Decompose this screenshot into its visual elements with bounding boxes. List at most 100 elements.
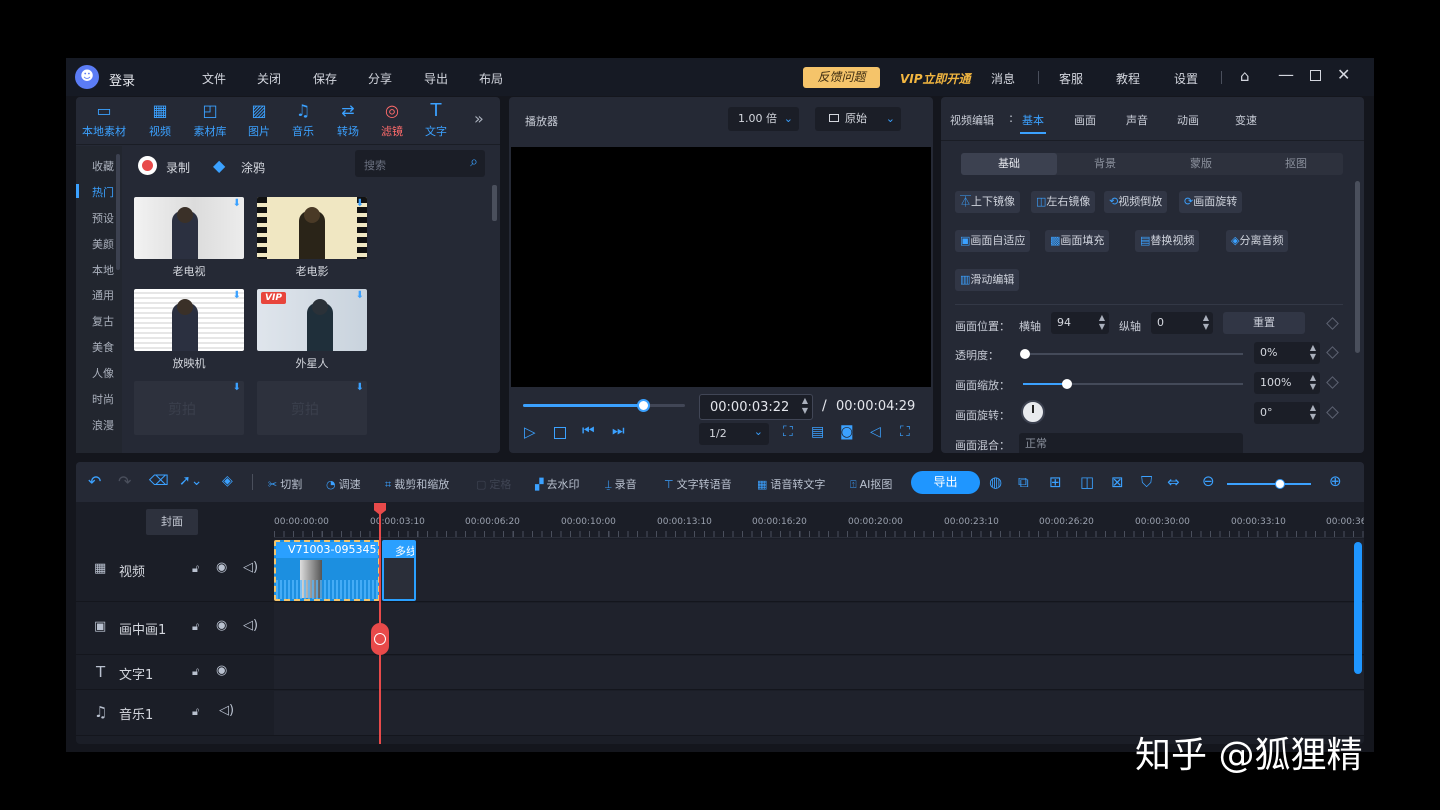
tool-transition[interactable]: ⇄ 转场 — [324, 101, 372, 139]
speaker-icon[interactable]: ◁) — [243, 618, 258, 633]
video-clip[interactable]: V71003-095345.r — [274, 540, 380, 601]
delete-icon[interactable]: ⌫ — [149, 473, 169, 489]
track-header-video[interactable]: ▦ 视频 🔓︎ ◉ ◁) — [76, 539, 274, 602]
menu-export[interactable]: 导出 — [424, 70, 448, 87]
keyframe-icon[interactable] — [1326, 346, 1339, 359]
fit-icon[interactable]: ⛶ — [783, 424, 793, 440]
tab-animation[interactable]: 动画 — [1177, 112, 1199, 128]
stepper-icon[interactable]: ▲ ▼ — [802, 396, 808, 416]
fullscreen-icon[interactable]: ⛶ — [900, 424, 910, 440]
replace-video-button[interactable]: ▤替换视频 — [1135, 230, 1200, 252]
fill-button[interactable]: ▩画面填充 — [1045, 230, 1110, 252]
filter-thumb-alien[interactable]: VIP ⬇ — [257, 289, 367, 351]
video-clip[interactable]: 多线 — [382, 540, 416, 601]
palette-icon[interactable]: ◍ — [989, 473, 1002, 491]
category-item[interactable]: 收藏 — [92, 158, 114, 174]
zoom-knob[interactable] — [1275, 479, 1285, 489]
rotation-input[interactable]: 0° ▲ ▼ — [1254, 402, 1320, 424]
menu-file[interactable]: 文件 — [202, 70, 226, 87]
subtab-basic[interactable]: 基础 — [961, 153, 1057, 175]
tab-picture[interactable]: 画面 — [1074, 112, 1096, 128]
category-item[interactable]: 复古 — [92, 313, 114, 329]
keyframe-icon[interactable] — [1326, 406, 1339, 419]
track-text[interactable] — [274, 656, 1364, 690]
tool-text[interactable]: T 文字 — [412, 101, 460, 139]
select-icon[interactable]: ➚⌄ — [179, 473, 202, 489]
search-icon[interactable]: ⌕ — [470, 154, 478, 170]
x-position-input[interactable]: 94 ▲ ▼ — [1051, 312, 1109, 334]
subtab-background[interactable]: 背景 — [1057, 153, 1153, 175]
filter-thumb-projector[interactable]: ⬇ — [134, 289, 244, 351]
tool-library[interactable]: ◰ 素材库 — [186, 101, 234, 139]
crop-frame-icon[interactable]: ⊠ — [1111, 473, 1124, 491]
prev-frame-icon[interactable]: ⏮ — [582, 423, 595, 439]
tool-music[interactable]: ♫ 音乐 — [279, 101, 327, 139]
tool-video[interactable]: ▦ 视频 — [136, 101, 184, 139]
menu-share[interactable]: 分享 — [368, 70, 392, 87]
category-item[interactable]: 美食 — [92, 339, 114, 355]
download-icon[interactable]: ⬇ — [233, 198, 241, 209]
current-time-field[interactable]: 00:00:03:22 ▲ ▼ — [699, 394, 813, 420]
menu-save[interactable]: 保存 — [313, 70, 337, 87]
ratio-select[interactable]: 原始 ⌄ — [815, 107, 901, 131]
track-header-music[interactable]: ♫ 音乐1 🔓︎ ◁) — [76, 691, 274, 736]
layout-grid-icon[interactable]: ⊞ — [1049, 473, 1062, 491]
track-video[interactable] — [274, 539, 1364, 602]
tab-basic[interactable]: 基本 — [1022, 112, 1044, 128]
ai-matting-button[interactable]: ⍐ AI抠图 — [850, 476, 892, 492]
scale-input[interactable]: 100% ▲ ▼ — [1254, 372, 1320, 394]
category-item[interactable]: 浪漫 — [92, 417, 114, 433]
flip-horizontal-button[interactable]: ◫左右镜像 — [1031, 191, 1096, 213]
filter-thumb-old-film[interactable]: ⬇ — [257, 197, 367, 259]
category-item[interactable]: 预设 — [92, 210, 114, 226]
menu-service[interactable]: 客服 — [1059, 70, 1083, 87]
opacity-slider[interactable] — [1020, 349, 1243, 359]
rotate-button[interactable]: ⟳画面旋转 — [1179, 191, 1243, 213]
timeline-scrollbar[interactable] — [1354, 542, 1362, 674]
rotation-dial[interactable] — [1021, 400, 1045, 424]
playhead-marker[interactable] — [371, 623, 389, 655]
filter-thumb-old-tv[interactable]: ⬇ — [134, 197, 244, 259]
eye-icon[interactable]: ◉ — [216, 618, 227, 633]
reset-button[interactable]: 重置 — [1223, 312, 1305, 334]
close-icon[interactable]: ✕ — [1337, 65, 1350, 84]
feedback-button[interactable]: 反馈问题 — [803, 67, 880, 88]
video-preview[interactable] — [511, 147, 931, 387]
volume-icon[interactable]: ◁ — [870, 424, 881, 440]
lock-icon[interactable]: 🔓︎ — [192, 665, 199, 679]
search-input[interactable]: 搜索 — [364, 157, 386, 173]
reverse-button[interactable]: ⟲视频倒放 — [1104, 191, 1168, 213]
download-icon[interactable]: ⬇ — [356, 198, 364, 209]
menu-close[interactable]: 关闭 — [257, 70, 281, 87]
avatar[interactable]: ☻ — [75, 65, 99, 89]
lock-icon[interactable]: 🔓︎ — [192, 705, 199, 719]
zoom-slider[interactable] — [1227, 479, 1311, 489]
category-item[interactable]: 本地 — [92, 262, 114, 278]
record-audio-button[interactable]: ⍊ 录音 — [605, 476, 637, 492]
category-item[interactable]: 通用 — [92, 287, 114, 303]
menu-message[interactable]: 消息 — [991, 70, 1015, 87]
stepper-icon[interactable]: ▲ ▼ — [1310, 373, 1316, 391]
text-to-speech-button[interactable]: ⊤ 文字转语音 — [664, 476, 732, 492]
expand-icon[interactable]: » — [474, 109, 484, 128]
editor-scrollbar[interactable] — [1355, 181, 1360, 353]
freeze-button[interactable]: ▢ 定格 — [476, 476, 511, 492]
category-item[interactable]: 时尚 — [92, 391, 114, 407]
subtitle-icon[interactable]: ▤ — [811, 424, 824, 440]
tab-speed[interactable]: 变速 — [1235, 112, 1257, 128]
stepper-icon[interactable]: ▲ ▼ — [1310, 343, 1316, 361]
category-item[interactable]: 美颜 — [92, 236, 114, 252]
export-button[interactable]: 导出 — [911, 471, 980, 494]
download-icon[interactable]: ⬇ — [356, 382, 364, 393]
maximize-icon[interactable] — [1310, 70, 1321, 81]
zoom-out-icon[interactable]: ⊖ — [1202, 472, 1215, 490]
speech-to-text-button[interactable]: ▦ 语音转文字 — [757, 476, 825, 492]
play-icon[interactable]: ▷ — [524, 423, 536, 441]
menu-settings[interactable]: 设置 — [1174, 70, 1198, 87]
time-ruler[interactable]: 00:00:00:00 00:00:03:10 00:00:06:20 00:0… — [274, 503, 1364, 538]
remove-watermark-button[interactable]: ▞ 去水印 — [535, 476, 579, 492]
keyframe-icon[interactable] — [1326, 317, 1339, 330]
filter-thumb-loading[interactable]: 剪拍 ⬇ — [257, 381, 367, 435]
lock-icon[interactable]: 🔓︎ — [192, 620, 199, 634]
progress-knob[interactable] — [636, 399, 650, 412]
